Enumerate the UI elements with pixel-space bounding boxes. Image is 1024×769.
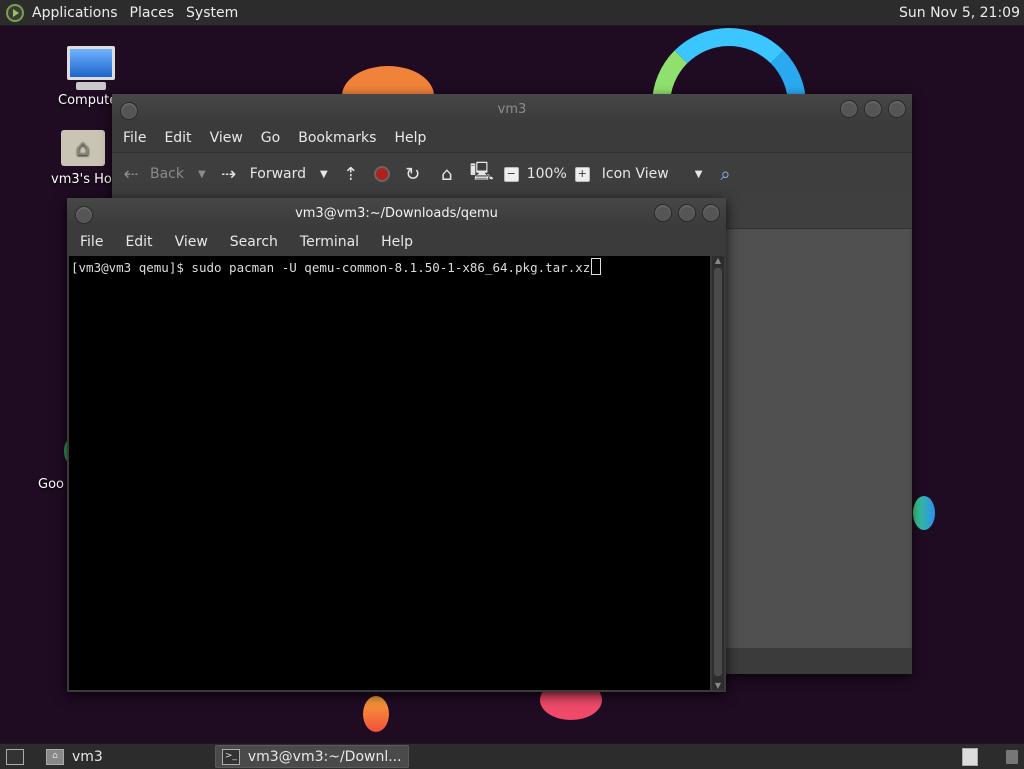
- up-button[interactable]: ⇡: [340, 164, 362, 185]
- reload-icon: ↻: [405, 163, 421, 185]
- menu-help[interactable]: Help: [370, 234, 424, 250]
- taskbar-item-terminal[interactable]: >_ vm3@vm3:~/Downl...: [214, 745, 409, 768]
- home-icon: ⌂: [441, 163, 453, 185]
- forward-arrow-icon: ⇢: [221, 163, 237, 185]
- scroll-up-icon[interactable]: ▲: [713, 256, 723, 265]
- terminal-icon: >_: [221, 748, 240, 765]
- terminal-menubar: File Edit View Search Terminal Help: [67, 228, 726, 256]
- system-menu[interactable]: System: [186, 5, 246, 21]
- file-manager-titlebar[interactable]: vm3: [112, 94, 912, 124]
- show-desktop-button[interactable]: [0, 746, 30, 767]
- taskbar-item-file-manager[interactable]: ⌂ vm3: [40, 746, 109, 767]
- trash-icon[interactable]: [1006, 749, 1018, 764]
- file-manager-menubar: File Edit View Go Bookmarks Help: [112, 124, 912, 152]
- terminal-scrollbar[interactable]: ▲ ▼: [712, 256, 724, 690]
- home-folder-icon: ⌂: [61, 130, 105, 166]
- zoom-out-icon[interactable]: −: [503, 166, 519, 182]
- command-text: sudo pacman -U qemu-common-8.1.50-1-x86_…: [191, 260, 591, 275]
- view-mode-select[interactable]: Icon View ▼: [596, 166, 703, 182]
- menu-edit[interactable]: Edit: [155, 130, 200, 146]
- workspace-switcher[interactable]: [962, 747, 978, 766]
- chevron-down-icon[interactable]: ▼: [198, 169, 206, 180]
- menu-view[interactable]: View: [164, 234, 219, 250]
- close-button[interactable]: [888, 100, 906, 118]
- maximize-button[interactable]: [678, 204, 696, 222]
- menu-bookmarks[interactable]: Bookmarks: [289, 130, 385, 146]
- back-arrow-icon: ⇠: [123, 163, 139, 185]
- menu-file[interactable]: File: [114, 130, 155, 146]
- home-button[interactable]: ⌂: [436, 164, 458, 185]
- menu-view[interactable]: View: [201, 130, 252, 146]
- terminal-titlebar[interactable]: vm3@vm3:~/Downloads/qemu: [67, 198, 726, 228]
- reload-button[interactable]: ↻: [402, 164, 424, 185]
- desktop-icon-label: vm3's Hor: [51, 172, 118, 187]
- bottom-panel: ⌂ vm3 >_ vm3@vm3:~/Downl...: [0, 743, 1024, 769]
- forward-button[interactable]: ⇢ Forward ▼: [218, 164, 328, 185]
- shell-prompt: [vm3@vm3 qemu]$: [71, 260, 192, 275]
- scrollbar-thumb[interactable]: [714, 268, 722, 676]
- desktop-icon-home[interactable]: ⌂ vm3's Hor: [48, 130, 118, 187]
- menu-edit[interactable]: Edit: [114, 234, 163, 250]
- window-title: vm3: [497, 101, 527, 117]
- computer-icon: [56, 46, 126, 90]
- computer-icon: 🖳: [469, 161, 494, 182]
- stop-button[interactable]: [373, 166, 390, 182]
- show-desktop-icon: [6, 748, 24, 765]
- window-title: vm3@vm3:~/Downloads/qemu: [295, 205, 498, 221]
- terminal-window: vm3@vm3:~/Downloads/qemu File Edit View …: [67, 198, 726, 692]
- file-view[interactable]: [724, 230, 910, 648]
- scroll-down-icon[interactable]: ▼: [713, 681, 723, 690]
- top-panel: Applications Places System Sun Nov 5, 21…: [0, 0, 1024, 26]
- text-cursor: [591, 258, 602, 275]
- chevron-down-icon[interactable]: ▼: [320, 169, 328, 180]
- wallpaper-blob-blue: [913, 496, 935, 530]
- maximize-button[interactable]: [864, 100, 882, 118]
- minimize-button[interactable]: [840, 100, 858, 118]
- search-icon: ⌕: [720, 163, 731, 185]
- places-menu[interactable]: Places: [130, 5, 183, 21]
- stop-icon: [373, 166, 390, 182]
- search-button[interactable]: ⌕: [714, 164, 736, 185]
- chevron-down-icon: ▼: [694, 168, 703, 180]
- applications-menu[interactable]: Applications: [32, 5, 126, 21]
- menu-search[interactable]: Search: [219, 234, 289, 250]
- file-manager-toolbar: ⇠ Back ▼ ⇢ Forward ▼ ⇡ ↻ ⌂ 🖳 − 100% + Ic…: [112, 152, 912, 195]
- back-button[interactable]: ⇠ Back ▼: [120, 163, 206, 185]
- menu-go[interactable]: Go: [252, 130, 289, 146]
- distro-logo-icon[interactable]: [6, 3, 24, 22]
- computer-button[interactable]: 🖳: [469, 159, 494, 189]
- window-menu-button[interactable]: [120, 102, 138, 120]
- zoom-control: − 100% +: [503, 166, 590, 182]
- top-menu: Applications Places System: [0, 3, 250, 22]
- wallpaper-blob-small: [363, 696, 389, 732]
- clock[interactable]: Sun Nov 5, 21:09: [899, 5, 1020, 21]
- menu-help[interactable]: Help: [385, 130, 435, 146]
- up-arrow-icon: ⇡: [343, 163, 359, 185]
- menu-file[interactable]: File: [69, 234, 114, 250]
- menu-terminal[interactable]: Terminal: [289, 234, 370, 250]
- terminal-screen[interactable]: [vm3@vm3 qemu]$ sudo pacman -U qemu-comm…: [69, 256, 710, 690]
- folder-icon: ⌂: [46, 748, 64, 765]
- zoom-in-icon[interactable]: +: [574, 166, 590, 182]
- window-menu-button[interactable]: [75, 206, 93, 224]
- close-button[interactable]: [702, 204, 720, 222]
- zoom-level: 100%: [526, 166, 567, 182]
- minimize-button[interactable]: [654, 204, 672, 222]
